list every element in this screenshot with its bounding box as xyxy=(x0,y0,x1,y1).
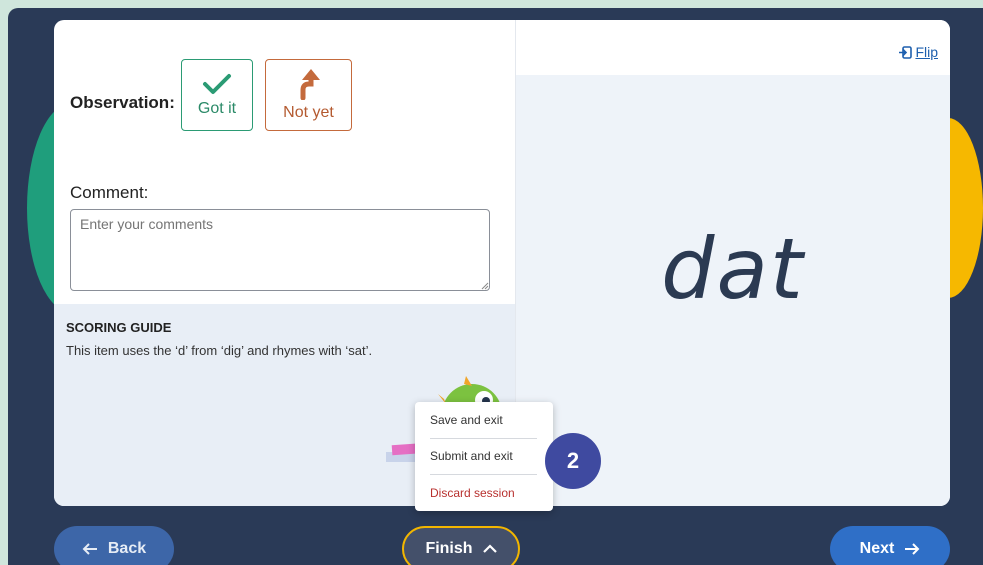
observation-label: Observation: xyxy=(70,93,175,112)
finish-label: Finish xyxy=(425,540,473,557)
discard-session-menu-item[interactable]: Discard session xyxy=(430,486,515,500)
finish-menu: Save and exit Submit and exit Discard se… xyxy=(415,402,553,511)
arrow-left-icon xyxy=(82,543,97,555)
not-yet-button[interactable]: Not yet xyxy=(265,59,352,131)
check-icon xyxy=(203,74,231,94)
arrow-right-icon xyxy=(905,543,920,555)
finish-button[interactable]: Finish xyxy=(402,526,520,565)
menu-divider xyxy=(430,438,537,439)
got-it-button[interactable]: Got it xyxy=(181,59,253,131)
next-label: Next xyxy=(859,540,895,557)
flip-icon xyxy=(899,45,913,59)
flip-link[interactable]: Flip xyxy=(898,44,938,60)
got-it-label: Got it xyxy=(197,100,237,117)
flashcard-word: dat xyxy=(661,220,805,318)
back-label: Back xyxy=(107,540,147,557)
flashcard-header: Flip xyxy=(516,20,950,75)
not-yet-label: Not yet xyxy=(283,104,334,121)
back-button[interactable]: Back xyxy=(54,526,174,565)
resize-grip-icon[interactable] xyxy=(481,282,489,290)
comment-input[interactable] xyxy=(70,209,490,291)
next-button[interactable]: Next xyxy=(830,526,950,565)
menu-divider xyxy=(430,474,537,475)
scoring-guide-title: SCORING GUIDE xyxy=(66,320,172,335)
save-and-exit-menu-item[interactable]: Save and exit xyxy=(430,413,503,427)
scoring-guide-text: This item uses the ‘d’ from ‘dig’ and rh… xyxy=(66,343,373,358)
submit-and-exit-menu-item[interactable]: Submit and exit xyxy=(430,449,513,463)
chevron-up-icon xyxy=(482,544,497,553)
flip-label: Flip xyxy=(915,44,938,60)
app-frame: Observation: Got it Not yet Comment: Ent… xyxy=(8,8,983,565)
turn-up-arrow-icon xyxy=(300,69,320,100)
comment-label: Comment: xyxy=(70,183,149,202)
flashcard-pane: Flip dat xyxy=(516,20,950,506)
step-badge: 2 xyxy=(545,433,601,489)
